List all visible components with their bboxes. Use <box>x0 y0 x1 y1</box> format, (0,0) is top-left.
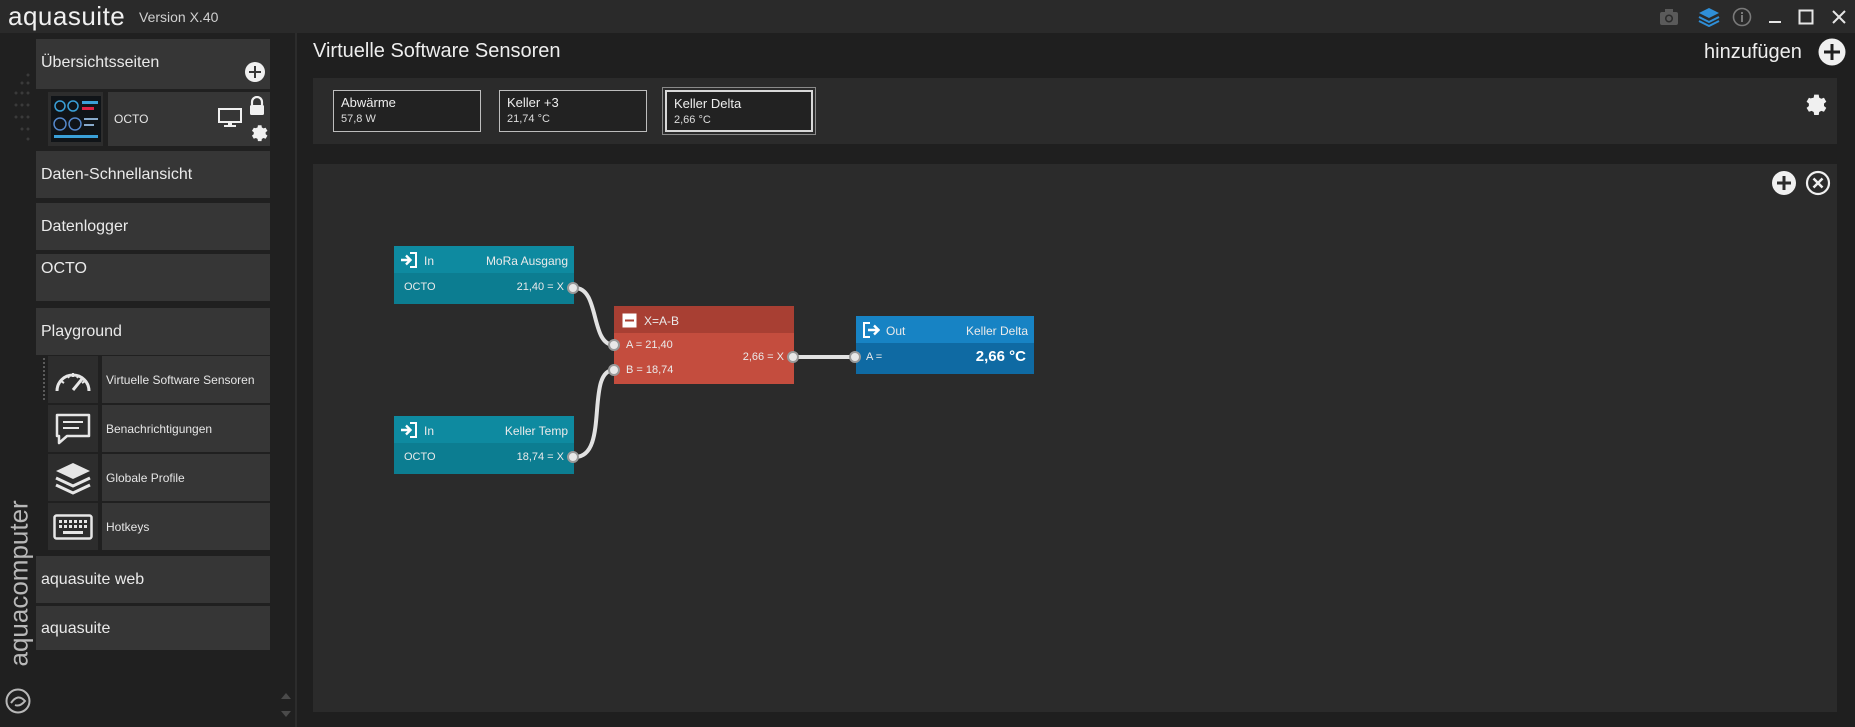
operation-node-subtract[interactable]: X=A-B A = 21,40 2,66 = X B = 18,74 <box>614 306 794 384</box>
add-overview-icon[interactable] <box>244 61 266 83</box>
node-name: MoRa Ausgang <box>485 254 568 268</box>
overview-page-thumbnail[interactable] <box>48 92 103 146</box>
login-icon <box>400 422 418 438</box>
node-name: Keller Temp <box>504 424 568 438</box>
sidebar-item-virtuelle-software-sensoren[interactable]: Virtuelle Software Sensoren <box>102 356 270 403</box>
add-node-button[interactable] <box>1771 170 1797 196</box>
sidebar-item-label: Playground <box>41 323 122 340</box>
sensor-value: 21,74 °C <box>507 113 550 125</box>
sensor-tile-keller-plus3[interactable]: Keller +3 21,74 °C <box>499 90 647 132</box>
sidebar-item-label: OCTO <box>41 260 87 277</box>
node-type: In <box>424 254 435 268</box>
app-version: Version X.40 <box>139 9 219 25</box>
node-output-value: 18,74 = X <box>516 451 564 463</box>
port-out-input[interactable] <box>849 351 861 363</box>
info-icon[interactable] <box>1729 4 1755 30</box>
input-node-keller-temp[interactable]: In Keller Temp OCTO 18,74 = X <box>394 416 574 474</box>
sidebar-divider <box>295 33 297 727</box>
minus-box-icon <box>622 313 637 328</box>
layers-icon <box>48 454 98 501</box>
sensor-value: 2,66 °C <box>674 114 711 126</box>
add-sensor-button[interactable] <box>1817 37 1847 67</box>
output-node-keller-delta[interactable]: Out Keller Delta A = 2,66 °C <box>856 316 1034 374</box>
sidebar-item-label: Globale Profile <box>106 470 185 485</box>
sidebar-dots-decoration <box>14 73 30 141</box>
sensor-title: Keller +3 <box>507 95 559 110</box>
logo-emblem-icon <box>5 688 31 714</box>
sidebar-item-overview[interactable]: Übersichtsseiten <box>36 39 270 89</box>
monitor-icon[interactable] <box>218 108 242 128</box>
camera-icon[interactable] <box>1656 4 1682 30</box>
add-sensor-label[interactable]: hinzufügen <box>1704 41 1802 64</box>
sidebar-item-daten-schnellansicht[interactable]: Daten-Schnellansicht <box>36 151 270 198</box>
sidebar-scroll-arrows[interactable] <box>280 691 292 719</box>
sidebar-item-label: Datenlogger <box>41 218 129 235</box>
port-op-input-a[interactable] <box>608 339 620 351</box>
node-type: In <box>424 424 435 438</box>
keyboard-icon <box>48 503 98 550</box>
active-indicator <box>43 358 46 400</box>
sensor-title: Keller Delta <box>674 96 742 111</box>
port-op-input-b[interactable] <box>608 364 620 376</box>
sidebar-item-label: aquasuite <box>41 620 111 637</box>
sensor-list-bar: Abwärme 57,8 W Keller +3 21,74 °C Keller… <box>313 78 1837 144</box>
node-name: Keller Delta <box>965 324 1028 338</box>
sidebar-item-label: Hotkeys <box>106 519 150 534</box>
node-formula: X=A-B <box>644 314 680 328</box>
node-input-b: B = 18,74 <box>626 364 674 376</box>
node-result: 2,66 = X <box>742 351 784 363</box>
minimize-icon[interactable] <box>1762 4 1788 30</box>
node-type: Out <box>886 324 906 338</box>
vertical-brand-logo: aquacomputer <box>3 500 34 667</box>
sidebar-item-label: Übersichtsseiten <box>41 54 160 71</box>
sidebar-item-aquasuite-web[interactable]: aquasuite web <box>36 556 270 603</box>
input-node-mora-ausgang[interactable]: In MoRa Ausgang OCTO 21,40 = X <box>394 246 574 304</box>
logout-icon <box>862 322 881 338</box>
settings-gear-icon[interactable] <box>1799 88 1827 116</box>
node-input-label: A = <box>866 351 883 363</box>
sidebar-item-globale-profile[interactable]: Globale Profile <box>102 454 270 501</box>
sensor-tile-keller-delta[interactable]: Keller Delta 2,66 °C <box>662 87 816 135</box>
gauge-icon <box>48 356 98 403</box>
node-output-value: 21,40 = X <box>516 281 564 293</box>
sidebar-item-aquasuite[interactable]: aquasuite <box>36 606 270 650</box>
app-brand: aquasuite <box>8 1 126 31</box>
sensor-value: 57,8 W <box>341 113 376 125</box>
node-source: OCTO <box>404 451 436 463</box>
sidebar-item-label: aquasuite web <box>41 571 145 588</box>
lock-icon[interactable] <box>248 95 266 116</box>
overview-page-label: OCTO <box>114 112 149 126</box>
port-in1-output[interactable] <box>567 282 579 294</box>
title-bar: aquasuite Version X.40 <box>0 0 1855 33</box>
login-icon <box>400 252 418 268</box>
delete-sensor-button[interactable] <box>1805 170 1831 196</box>
sensor-tile-abwaerme[interactable]: Abwärme 57,8 W <box>333 90 481 132</box>
sidebar-item-label: Virtuelle Software Sensoren <box>106 372 255 387</box>
node-output-value: 2,66 °C <box>975 348 1026 365</box>
sidebar-item-datenlogger[interactable]: Datenlogger <box>36 203 270 250</box>
page-settings-gear-icon[interactable] <box>246 120 268 142</box>
node-input-a: A = 21,40 <box>626 339 673 351</box>
node-source: OCTO <box>404 281 436 293</box>
sensor-title: Abwärme <box>341 95 396 110</box>
maximize-icon[interactable] <box>1793 4 1819 30</box>
sidebar-item-playground[interactable]: Playground <box>36 308 270 355</box>
sidebar-item-benachrichtigungen[interactable]: Benachrichtigungen <box>102 405 270 452</box>
page-title: Virtuelle Software Sensoren <box>313 40 561 62</box>
app-window: aquasuite Version X.40 Übersichtsseiten … <box>0 0 1855 727</box>
close-icon[interactable] <box>1826 4 1852 30</box>
sidebar-item-label: Benachrichtigungen <box>106 421 213 436</box>
layers-icon[interactable] <box>1696 4 1722 30</box>
port-in2-output[interactable] <box>567 451 579 463</box>
sidebar-item-hotkeys[interactable]: Hotkeys <box>102 503 270 550</box>
port-op-output[interactable] <box>787 351 799 363</box>
chat-icon <box>48 405 98 452</box>
sidebar-item-label: Daten-Schnellansicht <box>41 166 193 183</box>
sidebar-item-octo[interactable]: OCTO <box>36 254 270 301</box>
